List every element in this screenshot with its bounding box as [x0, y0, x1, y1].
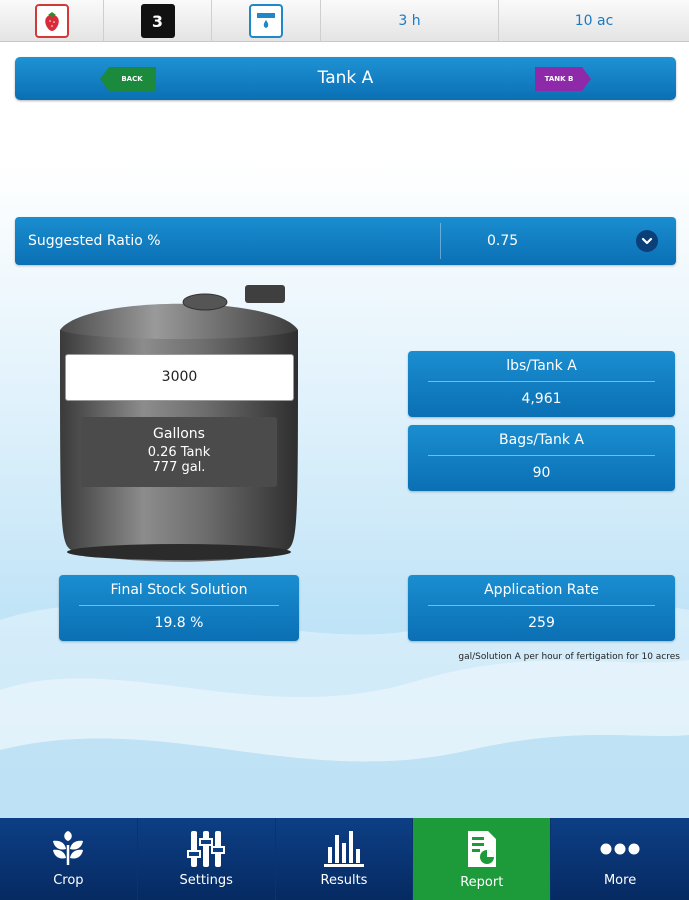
area-value: 10 ac — [574, 13, 614, 29]
final-stock-box: Final Stock Solution 19.8 % — [59, 575, 299, 641]
more-dots-icon — [600, 843, 640, 854]
stage-cell[interactable]: 3 — [104, 0, 212, 42]
nav-settings-label: Settings — [179, 872, 233, 888]
nav-results[interactable]: Results — [276, 818, 414, 900]
suggested-ratio-select[interactable]: Suggested Ratio % 0.75 — [15, 217, 676, 265]
nav-report-label: Report — [460, 874, 504, 890]
report-icon — [467, 830, 496, 867]
lbs-tank-value: 4,961 — [521, 391, 562, 407]
tank-info-panel: Gallons 0.26 Tank 777 gal. — [81, 417, 277, 487]
application-rate-footnote: gal/Solution A per hour of fertigation f… — [458, 652, 680, 662]
top-bar: 3 3 h 10 ac — [0, 0, 689, 42]
final-stock-title: Final Stock Solution — [110, 582, 248, 598]
nav-more-label: More — [603, 872, 637, 888]
hours-value: 3 h — [398, 13, 421, 29]
page-header: Tank A BACK TANK B — [15, 57, 676, 100]
nav-crop[interactable]: Crop — [0, 818, 138, 900]
lbs-tank-box: lbs/Tank A 4,961 — [408, 351, 675, 417]
lbs-tank-title: lbs/Tank A — [506, 358, 577, 374]
strawberry-icon[interactable] — [34, 4, 69, 38]
nav-crop-label: Crop — [53, 872, 84, 888]
stage-3-icon[interactable]: 3 — [140, 4, 175, 38]
back-button[interactable]: BACK — [100, 67, 156, 91]
ratio-value: 0.75 — [487, 233, 519, 249]
nav-settings[interactable]: Settings — [138, 818, 276, 900]
tank-gallons: 777 gal. — [152, 460, 206, 475]
crop-cell[interactable] — [0, 0, 104, 42]
tank-drop-icon[interactable] — [249, 4, 283, 38]
gallons-label: Gallons — [153, 426, 205, 442]
hours-cell[interactable]: 3 h — [321, 0, 499, 42]
bags-tank-box: Bags/Tank A 90 — [408, 425, 675, 491]
bottom-nav: Crop Settings Results Report More — [0, 818, 689, 900]
bags-tank-value: 90 — [532, 465, 551, 481]
tank-cell[interactable] — [212, 0, 321, 42]
nav-more[interactable]: More — [551, 818, 689, 900]
ratio-divider — [440, 223, 441, 259]
bags-tank-title: Bags/Tank A — [499, 432, 584, 448]
sliders-icon — [187, 830, 226, 867]
tank-fraction: 0.26 Tank — [147, 445, 211, 460]
application-rate-value: 259 — [528, 615, 555, 631]
stage-digit: 3 — [151, 11, 164, 31]
leaf-icon — [53, 830, 84, 865]
bar-chart-icon — [323, 830, 364, 867]
chevron-down-icon[interactable] — [636, 230, 658, 252]
final-stock-value: 19.8 % — [154, 615, 204, 631]
application-rate-box: Application Rate 259 — [408, 575, 675, 641]
application-rate-title: Application Rate — [484, 582, 599, 598]
area-cell[interactable]: 10 ac — [499, 0, 689, 42]
tank-volume-input[interactable]: 3000 — [65, 354, 294, 401]
nav-report[interactable]: Report — [413, 818, 552, 900]
tank-b-button[interactable]: TANK B — [535, 67, 591, 91]
ratio-label: Suggested Ratio % — [28, 233, 161, 249]
nav-results-label: Results — [320, 872, 368, 888]
